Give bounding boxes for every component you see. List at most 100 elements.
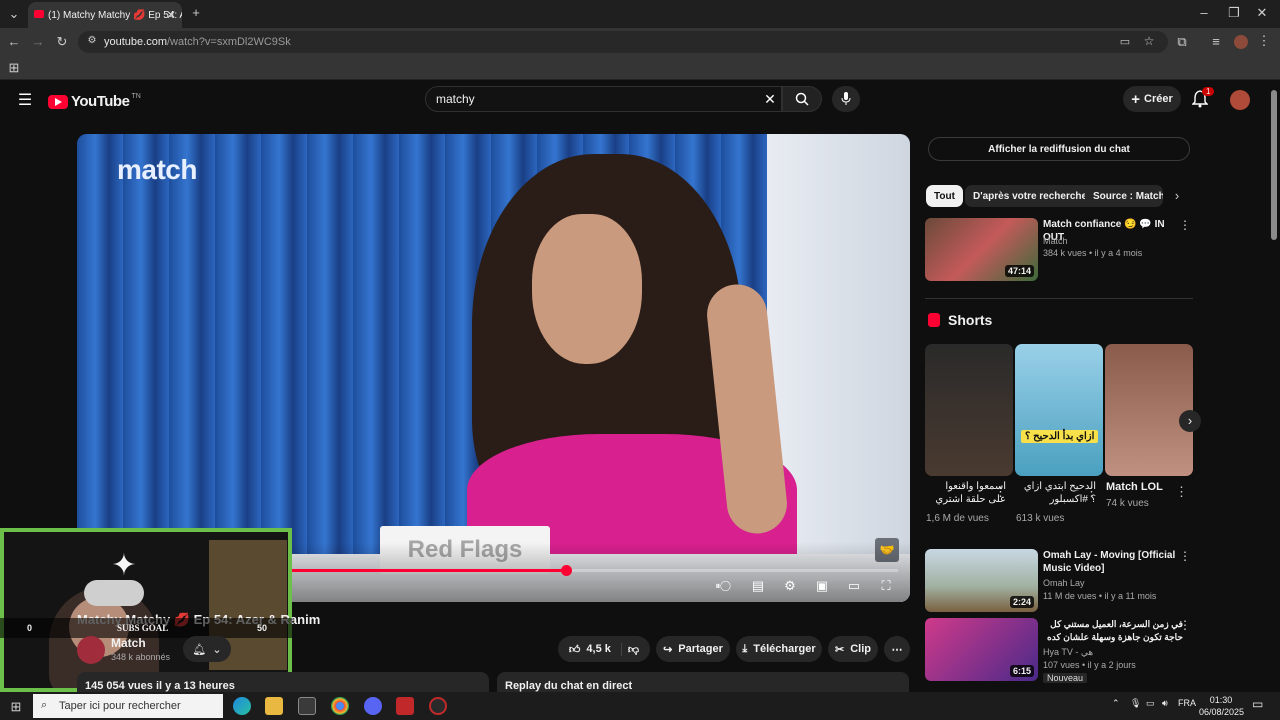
account-avatar[interactable] <box>1230 90 1250 110</box>
clip-button[interactable]: ✂ Clip <box>828 636 878 662</box>
short-title[interactable]: Match LOL <box>1106 481 1186 494</box>
tab-title: (1) Matchy Matchy 💋 Ep 54: A <box>48 9 182 21</box>
recommendation-title[interactable]: Omah Lay - Moving [Official Music Video] <box>1043 549 1183 575</box>
restore-icon[interactable]: ❐ <box>1226 5 1242 21</box>
recommendation-channel[interactable]: Match <box>1043 236 1068 246</box>
chips-next-icon[interactable]: › <box>1170 188 1184 203</box>
more-vert-icon[interactable]: ⋮ <box>1175 484 1188 500</box>
more-vert-icon[interactable]: ⋮ <box>1179 218 1191 232</box>
hamburger-menu-icon[interactable]: ☰ <box>16 90 34 110</box>
chrome-menu-icon[interactable]: ⋮ <box>1256 33 1272 49</box>
show-chat-replay-button[interactable]: Afficher la rediffusion du chat <box>928 137 1190 161</box>
extensions-icon[interactable]: ⧉ <box>1174 34 1190 50</box>
voice-search-button[interactable] <box>832 86 860 112</box>
fullscreen-button[interactable]: ⛶ <box>875 577 897 595</box>
more-actions-button[interactable]: ⋯ <box>884 636 910 662</box>
subtitles-button[interactable]: ▤ <box>747 577 769 595</box>
site-info-icon[interactable]: ⚙ <box>86 35 98 46</box>
recommendation-channel[interactable]: Hya TV - هي <box>1043 647 1093 658</box>
apps-grid-icon[interactable]: ⊞ <box>6 60 22 76</box>
more-vert-icon[interactable]: ⋮ <box>1179 618 1191 632</box>
bookmark-star-icon[interactable]: ☆ <box>1142 34 1156 48</box>
search-input[interactable]: matchy ✕ <box>425 86 782 112</box>
windows-start-icon[interactable]: ⊞ <box>9 699 23 715</box>
profile-avatar[interactable] <box>1234 35 1248 49</box>
taskbar-search-icon: ⌕ <box>41 699 48 711</box>
tray-overflow-icon[interactable]: ⌃ <box>1112 698 1120 709</box>
create-button[interactable]: + Créer <box>1123 86 1181 112</box>
volume-icon[interactable]: 🔊︎ <box>1162 698 1168 709</box>
recommendation-meta: 384 k vues • il y a 4 mois <box>1043 248 1143 258</box>
taskbar-search-placeholder: Taper ici pour rechercher <box>59 700 181 712</box>
short-thumbnail[interactable]: ازاي بدأ الدحيح ؟ <box>1015 344 1103 476</box>
miniplayer-button[interactable]: ▣ <box>811 577 833 595</box>
language-indicator[interactable]: FRA <box>1178 698 1196 708</box>
recommendation-channel[interactable]: Omah Lay <box>1043 578 1085 588</box>
short-title[interactable]: الدحيح ابتدي ازاي ؟ #اكسبلور <box>1016 480 1096 506</box>
description-box[interactable]: 145 054 vues il y a 13 heures <box>77 672 489 692</box>
file-explorer-icon[interactable] <box>265 697 283 715</box>
chip-all[interactable]: Tout <box>926 185 963 207</box>
recommendation-item[interactable]: 6:15 في زمن السرعة، العميل مستني كل حاجة… <box>925 618 1195 688</box>
chip-source-match[interactable]: Source : Match <box>1085 185 1163 207</box>
close-tab-icon[interactable]: ✕ <box>166 8 176 22</box>
clock-date[interactable]: 06/08/2025 <box>1199 707 1244 717</box>
reload-icon[interactable]: ↻ <box>54 34 70 50</box>
minimize-icon[interactable]: – <box>1196 5 1212 20</box>
shorts-next-icon[interactable]: › <box>1179 410 1201 432</box>
youtube-logo[interactable]: YouTube TN <box>48 93 141 110</box>
like-button[interactable]: 👍︎ 4,5 k <box>569 642 622 656</box>
taskbar-search-input[interactable]: ⌕ Taper ici pour rechercher <box>33 694 223 718</box>
short-thumbnail[interactable] <box>925 344 1013 476</box>
url-field[interactable]: ⚙ youtube.com/watch?v=sxmDl2WC9Sk ▭ ☆ <box>78 31 1168 53</box>
store-icon[interactable] <box>298 697 316 715</box>
discord-icon[interactable] <box>364 697 382 715</box>
recommendation-thumbnail[interactable]: 2:24 <box>925 549 1038 612</box>
plus-icon: + <box>1131 90 1140 108</box>
streaming-app-icon[interactable] <box>396 697 414 715</box>
subscription-bell-button[interactable]: 🔔︎ ⌄ <box>183 636 231 662</box>
microphone-tray-icon[interactable]: 🎙︎ <box>1130 698 1141 709</box>
page-scrollbar[interactable] <box>1271 90 1277 240</box>
download-button[interactable]: ⤓ Télécharger <box>736 636 822 662</box>
chat-replay-panel[interactable]: Replay du chat en direct <box>497 672 909 692</box>
chip-from-search[interactable]: D'après votre recherche <box>965 185 1096 207</box>
reading-list-icon[interactable]: ≡ <box>1208 34 1224 49</box>
clock-time[interactable]: 01:30 <box>1201 695 1241 705</box>
settings-button[interactable]: ⚙ <box>779 577 801 595</box>
clear-search-icon[interactable]: ✕ <box>762 91 778 108</box>
more-vert-icon[interactable]: ⋮ <box>994 484 1007 500</box>
theater-mode-button[interactable]: ▭ <box>843 577 865 595</box>
recommendation-title[interactable]: في زمن السرعة، العميل مستني كل حاجة تكون… <box>1043 618 1183 644</box>
browser-tab-active[interactable]: (1) Matchy Matchy 💋 Ep 54: A ✕ <box>28 2 182 28</box>
notification-center-icon[interactable]: ▭ <box>1252 697 1263 711</box>
search-button[interactable] <box>782 86 822 112</box>
autoplay-toggle[interactable]: ⏸◯ <box>712 577 734 595</box>
miniplayer-icon: ▣ <box>815 578 829 593</box>
network-icon[interactable]: ▭ <box>1146 698 1155 709</box>
cast-icon[interactable]: ▭ <box>1118 35 1132 48</box>
more-vert-icon[interactable]: ⋮ <box>1085 484 1098 500</box>
new-tab-icon[interactable]: + <box>188 5 204 20</box>
channel-avatar[interactable] <box>77 636 105 664</box>
recommendation-item[interactable]: 47:14 Match confiance 😏 💬 IN OUT Match 3… <box>925 218 1195 282</box>
bell-outline-icon: 🔔︎ <box>192 643 207 656</box>
share-button[interactable]: ↪ Partager <box>656 636 730 662</box>
chrome-icon[interactable] <box>331 697 349 715</box>
channel-name[interactable]: Match <box>111 636 146 650</box>
recommendation-thumbnail[interactable]: 6:15 <box>925 618 1038 681</box>
obs-icon[interactable] <box>429 697 447 715</box>
notifications-button[interactable]: 1 <box>1191 87 1215 110</box>
youtube-play-icon <box>48 94 68 109</box>
tab-search-icon[interactable]: ⌄ <box>6 6 22 22</box>
window-close-icon[interactable]: ✕ <box>1254 5 1270 21</box>
edge-icon[interactable] <box>233 697 251 715</box>
short-thumbnail[interactable] <box>1105 344 1193 476</box>
recommendation-item[interactable]: 2:24 Omah Lay - Moving [Official Music V… <box>925 549 1195 613</box>
forward-icon[interactable]: → <box>30 34 46 49</box>
more-vert-icon[interactable]: ⋮ <box>1179 549 1191 563</box>
dislike-button[interactable]: 👎︎ <box>628 643 639 656</box>
back-icon[interactable]: ← <box>6 34 22 49</box>
address-bar-row: ← → ↻ ⚙ youtube.com/watch?v=sxmDl2WC9Sk … <box>0 28 1280 56</box>
recommendation-thumbnail[interactable]: 47:14 <box>925 218 1038 281</box>
